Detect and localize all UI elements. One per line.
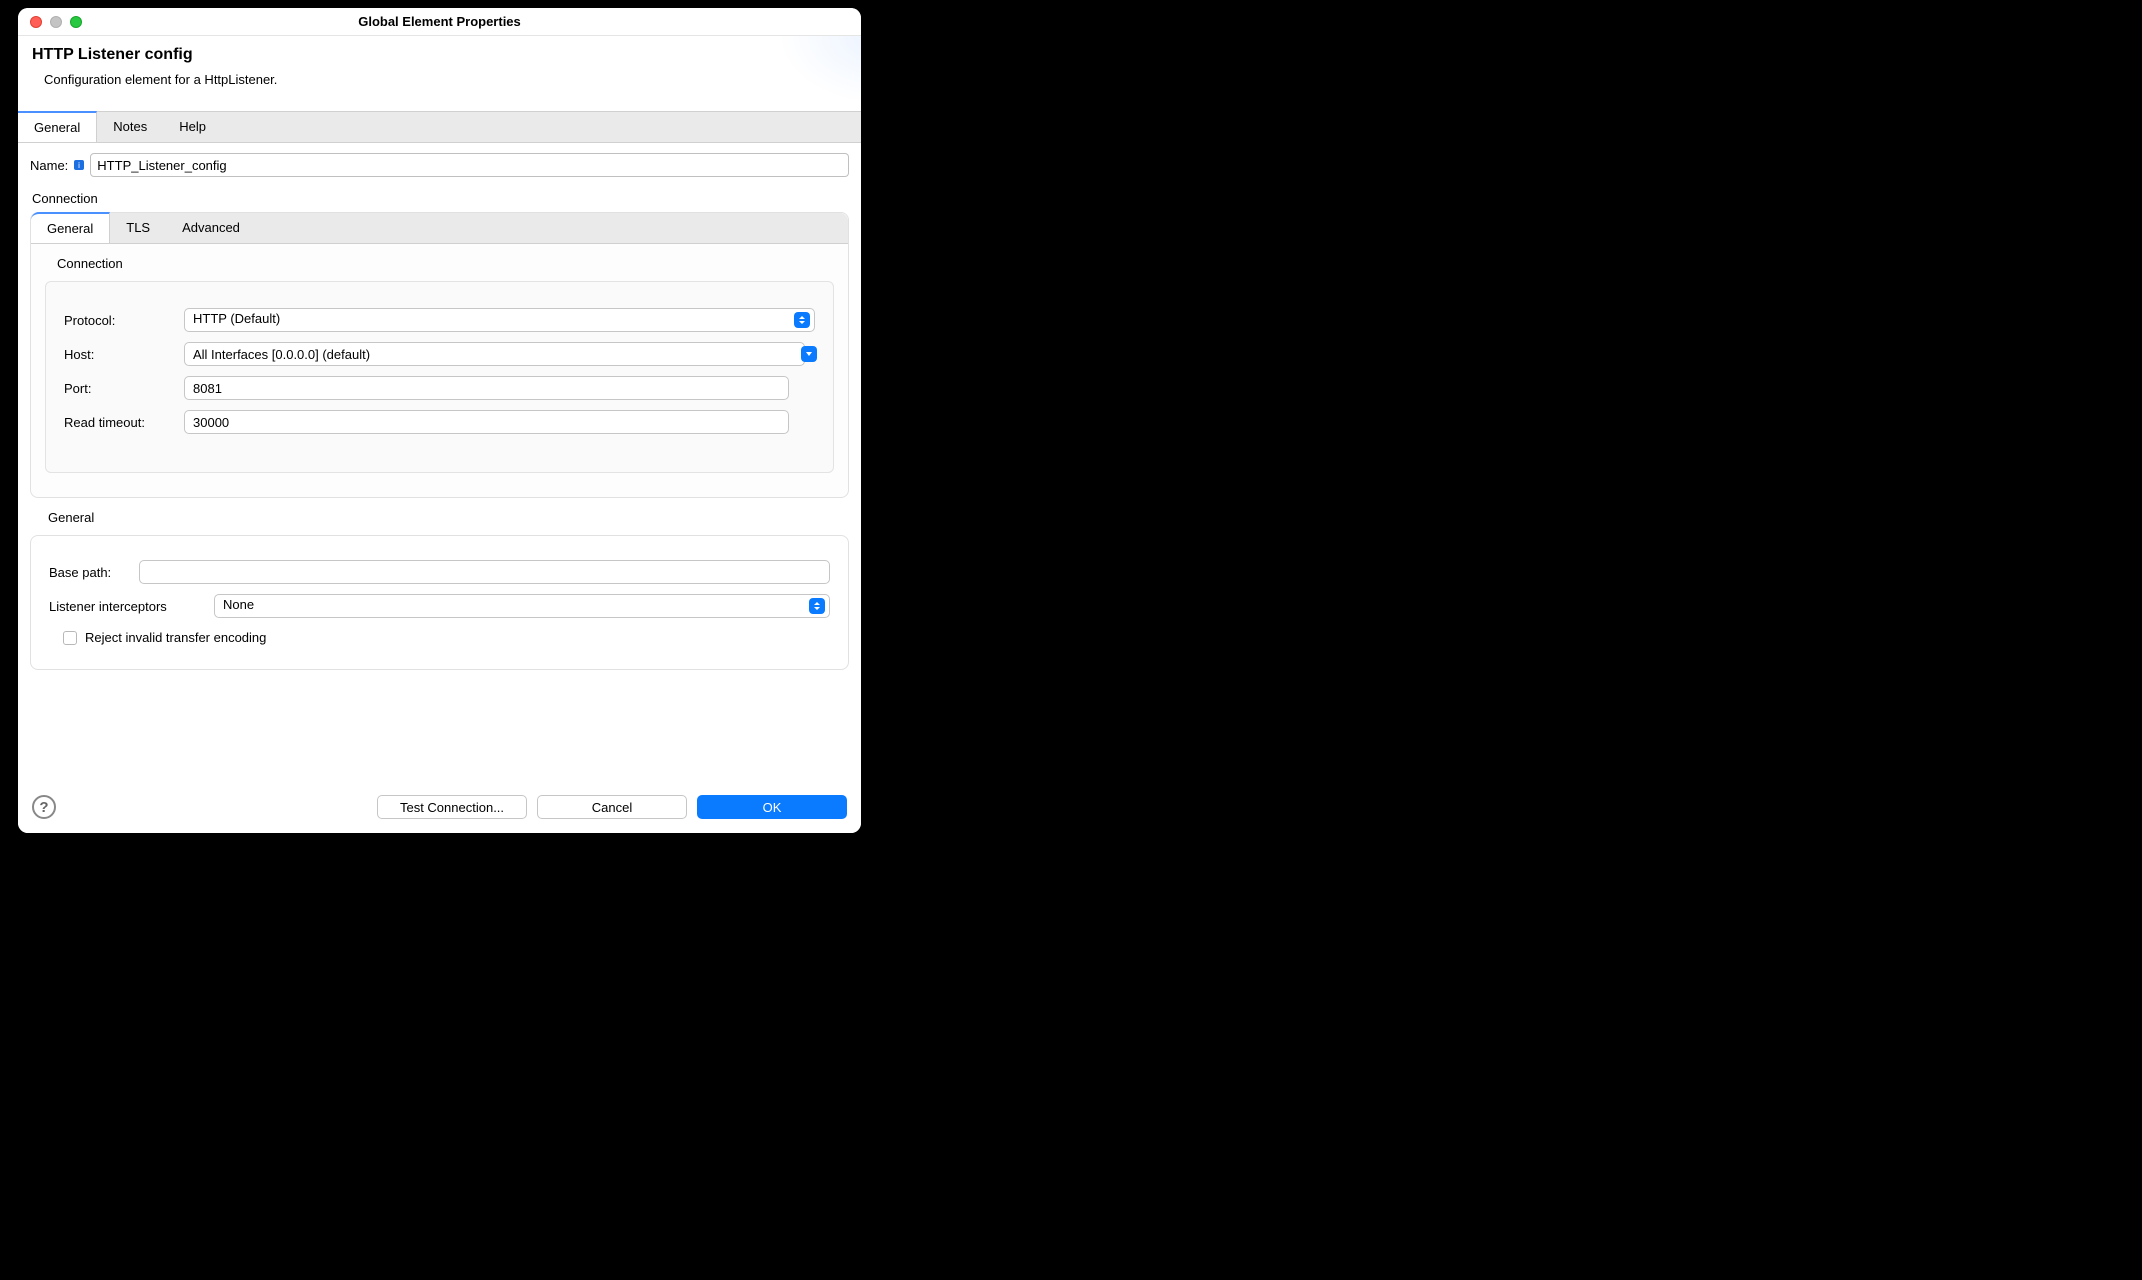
- inner-tab-general[interactable]: General: [31, 212, 110, 243]
- chevron-down-icon[interactable]: [801, 346, 817, 362]
- read-timeout-input[interactable]: [184, 410, 789, 434]
- listener-interceptors-value: None: [223, 597, 254, 612]
- base-path-row: Base path:: [49, 560, 830, 584]
- read-timeout-control: [184, 410, 789, 434]
- tab-general[interactable]: General: [18, 111, 97, 142]
- host-input[interactable]: [184, 342, 805, 366]
- window-title: Global Element Properties: [18, 14, 861, 29]
- port-input[interactable]: [184, 376, 789, 400]
- listener-interceptors-control: None: [214, 594, 830, 618]
- listener-interceptors-label: Listener interceptors: [49, 599, 204, 614]
- name-label: Name:: [30, 158, 68, 173]
- host-row: Host:: [64, 342, 815, 366]
- connection-section-head: Connection: [32, 191, 849, 206]
- connection-group: General TLS Advanced Connection Protocol…: [30, 212, 849, 498]
- ok-button[interactable]: OK: [697, 795, 847, 819]
- connection-fieldset-label: Connection: [57, 256, 834, 271]
- listener-interceptors-select[interactable]: None: [214, 594, 830, 618]
- cancel-button[interactable]: Cancel: [537, 795, 687, 819]
- name-row: Name: i: [30, 153, 849, 177]
- header-section: HTTP Listener config Configuration eleme…: [18, 36, 861, 111]
- inner-tab-advanced[interactable]: Advanced: [166, 213, 256, 243]
- port-control: [184, 376, 789, 400]
- close-icon[interactable]: [30, 16, 42, 28]
- protocol-row: Protocol: HTTP (Default): [64, 308, 815, 332]
- host-label: Host:: [64, 347, 174, 362]
- reject-invalid-row: Reject invalid transfer encoding: [63, 630, 830, 645]
- titlebar: Global Element Properties: [18, 8, 861, 36]
- base-path-input[interactable]: [139, 560, 830, 584]
- port-row: Port:: [64, 376, 815, 400]
- chevron-updown-icon: [809, 598, 825, 614]
- base-path-control: [139, 560, 830, 584]
- protocol-value: HTTP (Default): [193, 311, 280, 326]
- host-control: [184, 342, 805, 366]
- protocol-control: HTTP (Default): [184, 308, 815, 332]
- inner-content: Connection Protocol: HTTP (Default): [31, 244, 848, 497]
- read-timeout-label: Read timeout:: [64, 415, 174, 430]
- info-icon: i: [74, 160, 84, 170]
- help-icon[interactable]: ?: [32, 795, 56, 819]
- protocol-select[interactable]: HTTP (Default): [184, 308, 815, 332]
- general-group: Base path: Listener interceptors None: [30, 535, 849, 670]
- listener-interceptors-row: Listener interceptors None: [49, 594, 830, 618]
- reject-invalid-label: Reject invalid transfer encoding: [85, 630, 266, 645]
- base-path-label: Base path:: [49, 565, 129, 580]
- tab-help[interactable]: Help: [163, 112, 222, 142]
- tab-notes[interactable]: Notes: [97, 112, 163, 142]
- read-timeout-row: Read timeout:: [64, 410, 815, 434]
- name-input[interactable]: [90, 153, 849, 177]
- zoom-icon[interactable]: [70, 16, 82, 28]
- connection-fieldset: Protocol: HTTP (Default) Host:: [45, 281, 834, 473]
- inner-tab-tls[interactable]: TLS: [110, 213, 166, 243]
- general-section-head: General: [48, 510, 849, 525]
- chevron-updown-icon: [794, 312, 810, 328]
- minimize-icon: [50, 16, 62, 28]
- traffic-lights: [30, 16, 82, 28]
- decorative-swoosh: [761, 36, 861, 116]
- main-tabstrip: General Notes Help: [18, 111, 861, 143]
- dialog-window: Global Element Properties HTTP Listener …: [18, 8, 861, 833]
- page-description: Configuration element for a HttpListener…: [44, 72, 847, 87]
- reject-invalid-checkbox[interactable]: [63, 631, 77, 645]
- page-title: HTTP Listener config: [32, 46, 847, 64]
- dialog-footer: ? Test Connection... Cancel OK: [18, 785, 861, 833]
- main-content: Name: i Connection General TLS Advanced …: [18, 143, 861, 785]
- test-connection-button[interactable]: Test Connection...: [377, 795, 527, 819]
- svg-text:i: i: [78, 161, 80, 170]
- inner-tabstrip: General TLS Advanced: [31, 213, 848, 244]
- port-label: Port:: [64, 381, 174, 396]
- protocol-label: Protocol:: [64, 313, 174, 328]
